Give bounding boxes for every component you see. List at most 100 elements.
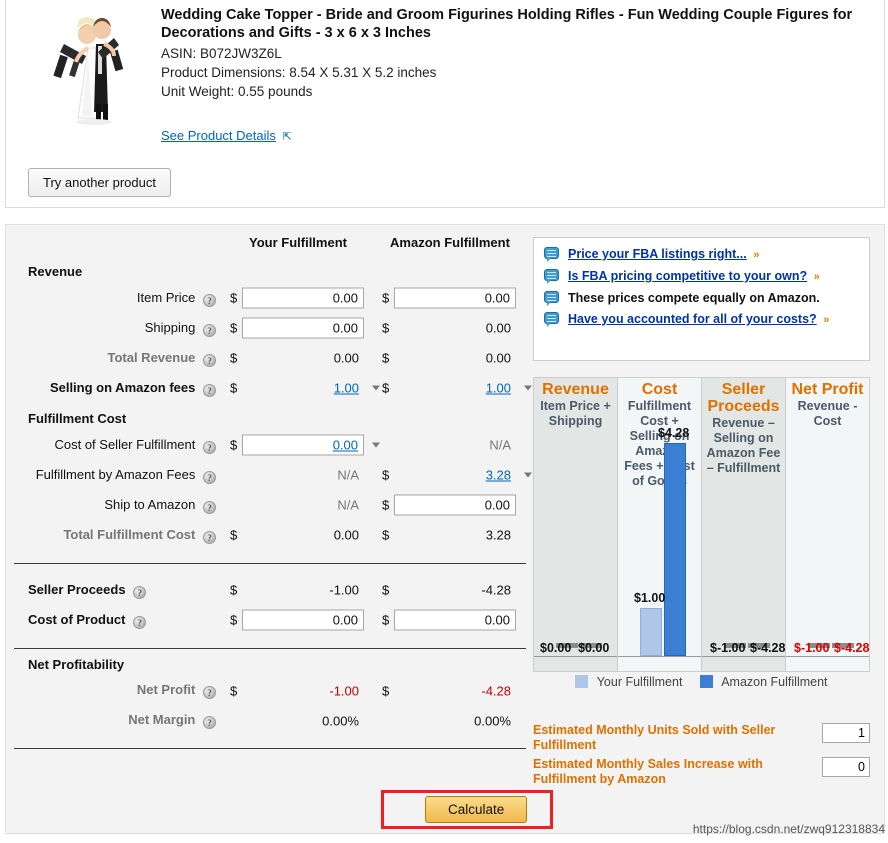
currency-symbol: $ (230, 290, 238, 306)
header-blank (14, 225, 222, 256)
cost-seller-fulfillment-amazon-value: N/A (489, 437, 511, 453)
section-net-profitability: Net Profitability (14, 648, 526, 676)
currency-symbol: $ (382, 683, 390, 698)
speech-bubble-icon (544, 312, 559, 327)
cost-seller-fulfillment-your-input[interactable] (242, 434, 364, 456)
seller-proceeds-amazon-value: -4.28 (481, 582, 511, 598)
bar-value-net-profit-your: $-1.00 (794, 641, 830, 655)
help-circle-icon[interactable]: ? (203, 716, 216, 729)
ship-to-amazon-your-value: N/A (337, 497, 359, 513)
help-circle-icon[interactable]: ? (203, 323, 216, 337)
label-net-profit: Net Profit (136, 682, 196, 697)
section-revenue-title: Revenue (28, 264, 83, 279)
product-weight: Unit Weight: 0.55 pounds (161, 84, 313, 99)
selling-fees-amazon-value[interactable]: 1.00 (394, 381, 516, 396)
help-circle-icon[interactable]: ? (133, 615, 147, 629)
fba-calculator-table: Your Fulfillment Amazon Fulfillment Reve… (14, 225, 532, 749)
chart-column-net-profit: Net Profit Revenue - Cost $-1.00 $-4.28 (786, 378, 869, 671)
chart-bars (534, 378, 617, 656)
row-item-price: Item Price ? $ $ (14, 283, 526, 313)
tip-link-fba-pricing-competitive[interactable]: Is FBA pricing competitive to your own? (568, 269, 807, 283)
currency-symbol: $ (230, 320, 238, 336)
estimate-label-sales-increase: Estimated Monthly Sales Increase with Fu… (533, 757, 763, 786)
tip-item: Price your FBA listings right... » (542, 246, 859, 263)
external-link-icon: ⇱ (282, 131, 292, 143)
estimated-monthly-sales-increase-input[interactable] (822, 757, 870, 777)
help-circle-icon[interactable]: ? (203, 500, 216, 514)
legend-swatch-your-fulfillment (575, 675, 589, 688)
chevron-double-down-icon[interactable]: » (753, 249, 759, 261)
chart-baseline (786, 656, 869, 657)
spacer (14, 635, 526, 647)
bar-value-seller-proceeds-your: $-1.00 (710, 641, 746, 655)
label-selling-on-amazon-fees: Selling on Amazon fees (49, 379, 196, 395)
chart-bars (702, 378, 785, 656)
tip-text-prices-compete-equally: These prices compete equally on Amazon. (568, 291, 820, 305)
label-item-price: Item Price (136, 289, 196, 305)
help-circle-icon[interactable]: ? (203, 293, 216, 307)
legend-swatch-amazon-fulfillment (700, 675, 714, 688)
help-circle-icon[interactable]: ? (203, 383, 216, 397)
currency-symbol: $ (382, 350, 390, 366)
currency-symbol: $ (382, 380, 390, 396)
chevron-double-down-icon[interactable]: » (823, 314, 829, 326)
legend-label-your-fulfillment: Your Fulfillment (596, 675, 683, 689)
try-another-product-button[interactable]: Try another product (28, 168, 171, 197)
cost-of-product-amazon-input[interactable] (394, 609, 516, 631)
help-circle-icon[interactable]: ? (203, 440, 216, 454)
row-selling-on-amazon-fees: Selling on Amazon fees ? $ 1.00 $ 1.00 (14, 373, 532, 403)
label-shipping: Shipping (144, 319, 196, 335)
product-asin: ASIN: B072JW3Z6L (161, 46, 282, 61)
cost-of-product-your-input[interactable] (242, 609, 364, 631)
legend-item-your-fulfillment: Your Fulfillment (575, 675, 682, 689)
help-circle-icon[interactable]: ? (203, 530, 216, 544)
row-seller-proceeds: Seller Proceeds ? $ -1.00 $ -4.28 (14, 575, 526, 605)
currency-symbol: $ (230, 683, 238, 698)
help-circle-icon[interactable]: ? (133, 585, 147, 599)
item-price-amazon-input[interactable] (394, 287, 516, 309)
total-fulfillment-cost-your-value: 0.00 (333, 527, 359, 543)
product-info: Wedding Cake Topper - Bride and Groom Fi… (161, 6, 871, 101)
estimate-row-units-sold: Estimated Monthly Units Sold with Seller… (533, 723, 870, 753)
row-ship-to-amazon: Ship to Amazon ? N/A $ (14, 490, 526, 520)
chart-baseline (618, 656, 701, 657)
bar-value-seller-proceeds-amazon: $-4.28 (750, 641, 786, 655)
label-total-fulfillment-cost: Total Fulfillment Cost (63, 526, 196, 542)
total-revenue-amazon-value: 0.00 (485, 350, 511, 366)
see-product-details-link[interactable]: See Product Details ⇱ (161, 128, 292, 143)
page-root: Wedding Cake Topper - Bride and Groom Fi… (0, 0, 888, 843)
bar-value-revenue-your: $0.00 (540, 641, 572, 655)
bar-your-fulfillment-cost (640, 608, 663, 656)
selling-fees-your-value[interactable]: 1.00 (242, 381, 364, 396)
chevron-double-down-icon[interactable]: » (814, 271, 820, 283)
chevron-down-icon[interactable] (524, 385, 532, 391)
calculator-panel: Your Fulfillment Amazon Fulfillment Reve… (5, 224, 885, 834)
chart-legend: Your Fulfillment Amazon Fulfillment (533, 675, 870, 689)
help-circle-icon[interactable]: ? (203, 470, 216, 484)
fba-fees-amazon-value[interactable]: 3.28 (394, 468, 516, 483)
label-cost-of-seller-fulfillment: Cost of Seller Fulfillment (54, 436, 196, 452)
ship-to-amazon-amazon-input[interactable] (394, 494, 516, 516)
chart-column-cost: Cost Fulfillment Cost + Selling on Amazo… (618, 378, 702, 671)
estimated-monthly-units-input[interactable] (822, 723, 870, 743)
tip-item: Is FBA pricing competitive to your own? … (542, 268, 859, 285)
spacer (14, 563, 526, 575)
product-panel: Wedding Cake Topper - Bride and Groom Fi… (5, 0, 885, 208)
label-seller-proceeds: Seller Proceeds (28, 581, 126, 597)
estimate-label-units-sold: Estimated Monthly Units Sold with Seller… (533, 723, 776, 752)
shipping-your-input[interactable] (242, 317, 364, 339)
item-price-your-input[interactable] (242, 287, 364, 309)
tip-link-accounted-for-costs[interactable]: Have you accounted for all of your costs… (568, 312, 817, 326)
legend-item-amazon-fulfillment: Amazon Fulfillment (700, 675, 828, 689)
chart-bars (786, 378, 869, 656)
help-circle-icon[interactable]: ? (203, 353, 216, 367)
pricing-tips-box: Price your FBA listings right... » Is FB… (533, 237, 870, 361)
row-net-margin: Net Margin ? 0.00% 0.00% (14, 706, 526, 736)
net-margin-amazon-value: 0.00% (474, 713, 511, 728)
spacer (14, 736, 526, 748)
calculate-button[interactable]: Calculate (425, 796, 528, 823)
tip-link-price-fba-right[interactable]: Price your FBA listings right... (568, 247, 747, 261)
product-thumbnail (44, 8, 136, 126)
help-circle-icon[interactable]: ? (203, 686, 216, 699)
chevron-down-icon[interactable] (524, 472, 532, 478)
